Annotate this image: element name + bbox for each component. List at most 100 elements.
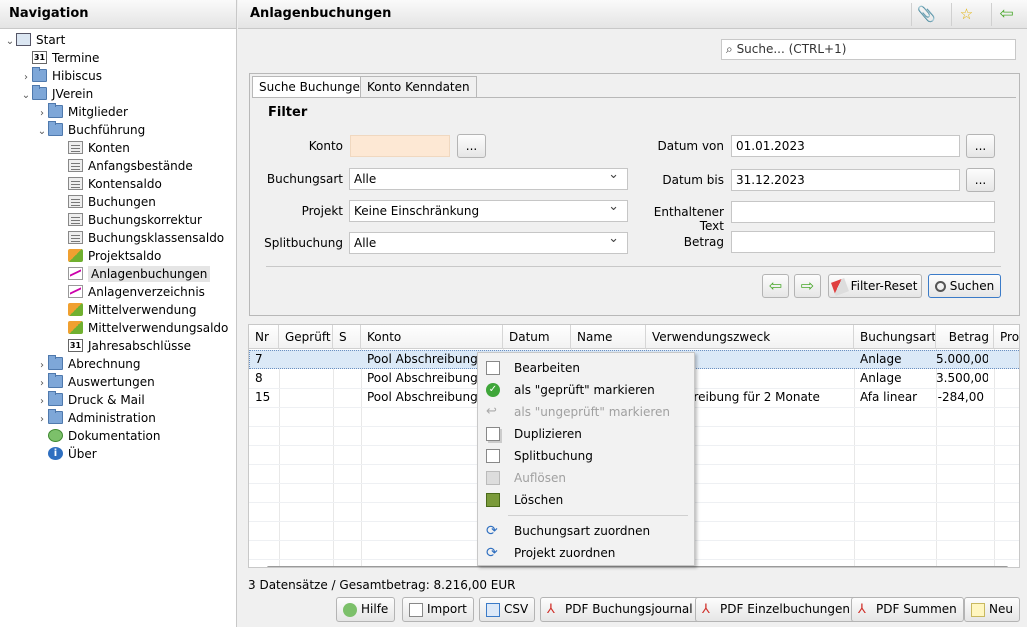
tree-item-mittelverwendung[interactable]: Mittelverwendung [56, 301, 196, 319]
tree-item-auswertungen[interactable]: › Auswertungen [36, 373, 155, 391]
delete-icon [486, 493, 500, 507]
tab-suche-buchungen[interactable]: Suche Buchungen [252, 76, 375, 98]
tree-item-anlagenverzeichnis[interactable]: Anlagenverzeichnis [56, 283, 205, 301]
import-button[interactable]: Import [402, 597, 474, 622]
tree-item-projektsaldo[interactable]: Projektsaldo [56, 247, 161, 265]
document-icon [68, 159, 83, 172]
tree-item-label: Hibiscus [52, 69, 103, 83]
menu-item-projekt-zuordnen[interactable]: ⟳ Projekt zuordnen [478, 542, 694, 564]
column-header-nr[interactable]: Nr [249, 325, 279, 349]
projekt-select[interactable]: Keine Einschränkung [349, 199, 628, 222]
document-icon [68, 195, 83, 208]
tree-item-druck-mail[interactable]: › Druck & Mail [36, 391, 145, 409]
tree-item-buchungen[interactable]: Buchungen [56, 193, 156, 211]
project-icon [68, 249, 83, 262]
eraser-icon [830, 277, 849, 296]
column-header-projekt[interactable]: Pro [994, 325, 1019, 349]
attachment-icon[interactable]: 📎 [911, 3, 941, 26]
tree-item-mittelverwendungsaldo[interactable]: Mittelverwendungsaldo [56, 319, 228, 337]
tree-item-konten[interactable]: Konten [56, 139, 130, 157]
filter-reset-button[interactable]: Filter-Reset [828, 274, 922, 298]
menu-item-bearbeiten[interactable]: Bearbeiten [478, 357, 694, 379]
tree-item-buchungsklassensaldo[interactable]: Buchungsklassensaldo [56, 229, 224, 247]
menu-item-splitbuchung[interactable]: Splitbuchung [478, 445, 694, 467]
buchungsart-select[interactable]: Alle [349, 167, 628, 190]
konto-field[interactable] [350, 135, 450, 157]
tree-item-ueber[interactable]: i Über [36, 445, 97, 463]
column-header-datum[interactable]: Datum [503, 325, 571, 349]
projekt-value: Keine Einschränkung [354, 204, 480, 218]
column-header-konto[interactable]: Konto [361, 325, 503, 349]
cell-nr: 15 [255, 390, 271, 404]
tree-item-buchungskorrektur[interactable]: Buchungskorrektur [56, 211, 202, 229]
tree-item-dokumentation[interactable]: Dokumentation [36, 427, 161, 445]
column-header-name[interactable]: Name [571, 325, 646, 349]
text-label: Enthaltener Text [653, 205, 724, 233]
text-field[interactable] [731, 201, 995, 223]
pdf-buchungsjournal-button[interactable]: ⅄ PDF Buchungsjournal [540, 597, 700, 622]
datum-bis-field[interactable]: 31.12.2023 [731, 169, 960, 191]
hilfe-button[interactable]: Hilfe [336, 597, 396, 622]
datum-von-label: Datum von [657, 139, 724, 153]
back-arrow-icon[interactable]: ⇦ [991, 3, 1021, 26]
collapse-icon[interactable]: ⌄ [4, 33, 16, 51]
tree-item-anfangsbestaende[interactable]: Anfangsbestände [56, 157, 193, 175]
pdf-summen-button[interactable]: ⅄ PDF Summen [851, 597, 964, 622]
collapse-icon[interactable]: ⌄ [36, 123, 48, 141]
datum-von-picker-button[interactable]: ... [966, 134, 995, 158]
star-icon[interactable]: ☆ [951, 3, 981, 26]
document-icon [68, 141, 83, 154]
suchen-button[interactable]: Suchen [928, 274, 1001, 298]
search-input[interactable]: ⌕ Suche... (CTRL+1) [721, 39, 1016, 60]
dissolve-icon [486, 471, 500, 485]
menu-item-loeschen[interactable]: Löschen [478, 489, 694, 511]
column-header-buchungsart[interactable]: Buchungsart [854, 325, 936, 349]
cell-nr: 7 [255, 352, 263, 366]
column-header-verwendungszweck[interactable]: Verwendungszweck [646, 325, 854, 349]
neu-button[interactable]: Neu [964, 597, 1020, 622]
tree-item-label: Kontensaldo [88, 177, 162, 191]
tree-item-jverein[interactable]: ⌄ JVerein [20, 85, 93, 103]
previous-arrow-icon[interactable]: ⇦ [762, 274, 789, 298]
tree-item-abrechnung[interactable]: › Abrechnung [36, 355, 141, 373]
menu-item-buchungsart-zuordnen[interactable]: ⟳ Buchungsart zuordnen [478, 520, 694, 542]
datum-bis-picker-button[interactable]: ... [966, 168, 995, 192]
column-header-geprueft[interactable]: Geprüft [279, 325, 333, 349]
menu-item-geprueft[interactable]: ✓ als "geprüft" markieren [478, 379, 694, 401]
column-header-s[interactable]: S [333, 325, 361, 349]
tree-item-label: Mittelverwendungsaldo [88, 321, 229, 335]
tree-item-hibiscus[interactable]: › Hibiscus [20, 67, 102, 85]
tree-item-anlagenbuchungen[interactable]: Anlagenbuchungen [56, 265, 211, 283]
tree-item-start[interactable]: ⌄ Start [4, 31, 65, 49]
datum-von-field[interactable]: 01.01.2023 [731, 135, 960, 157]
tree-item-label: Abrechnung [68, 357, 141, 371]
transfer-icon [68, 321, 83, 334]
tree-item-label: Mittelverwendung [88, 303, 197, 317]
csv-icon [486, 602, 500, 617]
tree-item-label: JVerein [52, 87, 94, 101]
konto-select-button[interactable]: ... [457, 134, 486, 158]
tree-item-buchfuehrung[interactable]: ⌄ Buchführung [36, 121, 145, 139]
info-icon: i [48, 447, 63, 460]
edit-icon [486, 361, 500, 375]
next-arrow-icon[interactable]: ⇨ [794, 274, 821, 298]
tree-item-mitglieder[interactable]: › Mitglieder [36, 103, 128, 121]
collapse-icon[interactable]: ⌄ [20, 87, 32, 105]
menu-separator [508, 515, 688, 516]
tree-item-label: Administration [68, 411, 156, 425]
betrag-field[interactable] [731, 231, 995, 253]
menu-item-duplizieren[interactable]: Duplizieren [478, 423, 694, 445]
tree-item-jahresabschluesse[interactable]: 31 Jahresabschlüsse [56, 337, 191, 355]
column-header-betrag[interactable]: Betrag [936, 325, 994, 349]
splitbuchung-select[interactable]: Alle [349, 231, 628, 254]
pdf-einzelbuchungen-button[interactable]: ⅄ PDF Einzelbuchungen [695, 597, 857, 622]
horizontal-scrollbar[interactable] [267, 566, 1008, 567]
tree-item-kontensaldo[interactable]: Kontensaldo [56, 175, 162, 193]
cell-buchungsart: Afa linear [860, 390, 918, 404]
tab-konto-kenndaten[interactable]: Konto Kenndaten [360, 76, 477, 97]
chart-icon [68, 267, 83, 280]
csv-button[interactable]: CSV [479, 597, 536, 622]
tree-item-termine[interactable]: 31 Termine [20, 49, 99, 67]
tree-item-administration[interactable]: › Administration [36, 409, 156, 427]
suchen-label: Suchen [949, 279, 995, 293]
